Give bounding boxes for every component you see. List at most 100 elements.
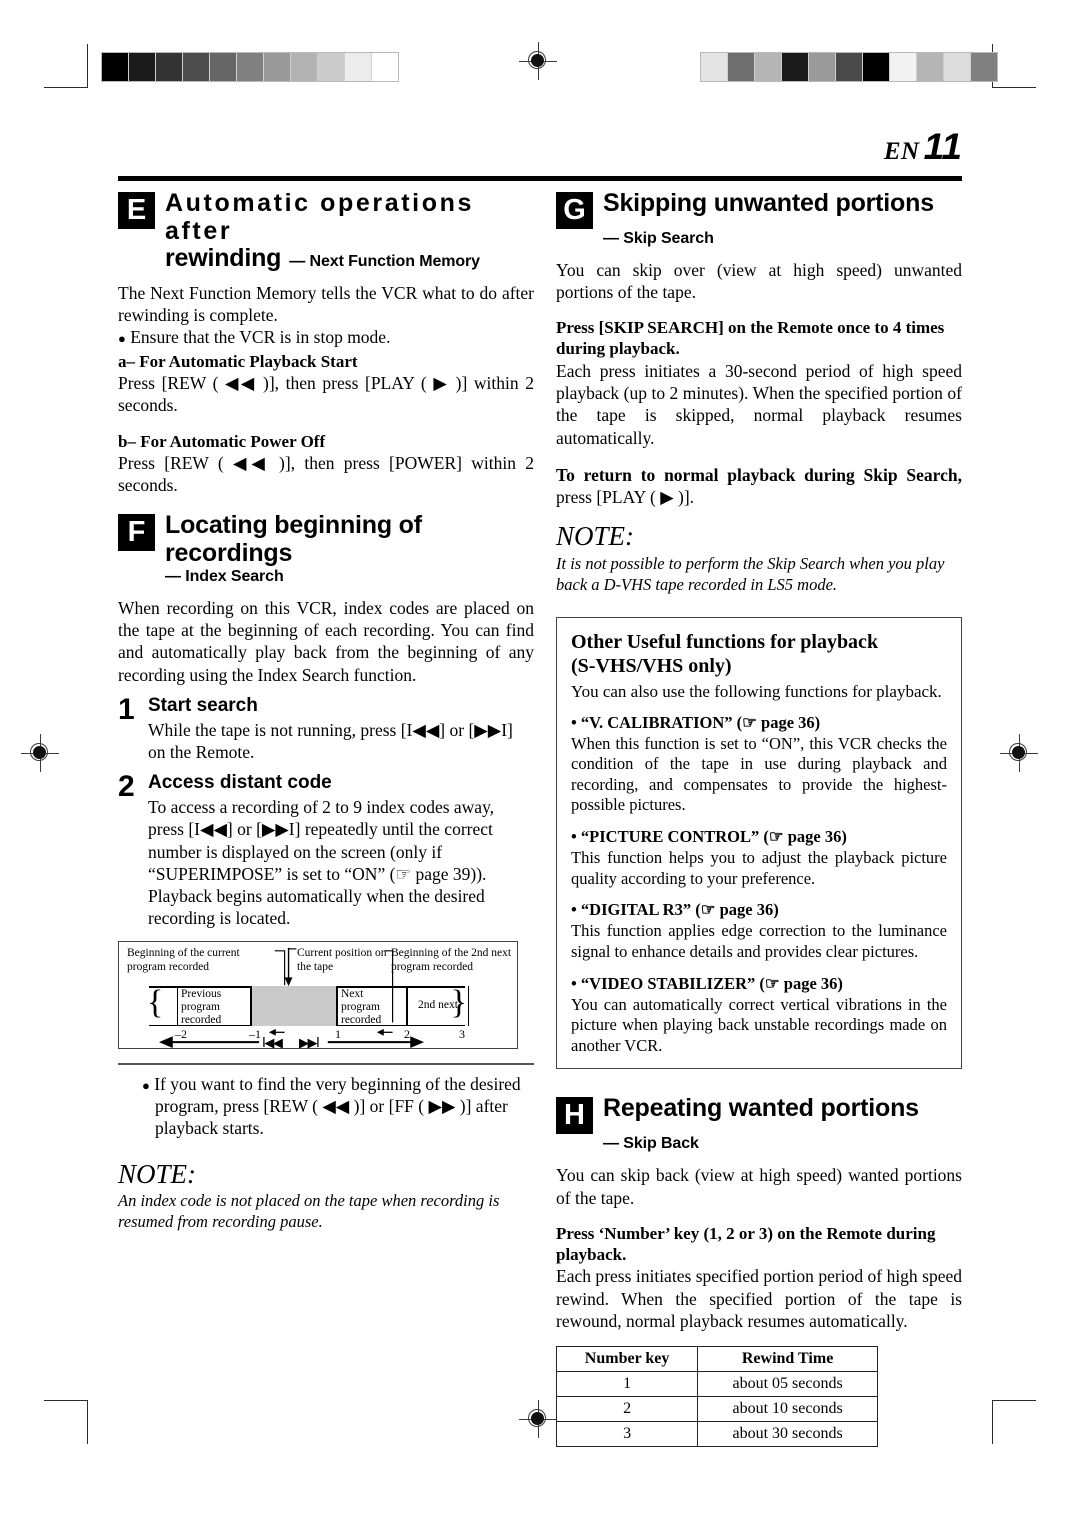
section-f-step-2: 2 Access distant code To access a record… bbox=[118, 772, 534, 929]
diagram-tick--1: –1 bbox=[249, 1027, 261, 1042]
section-e-intro: The Next Function Memory tells the VCR w… bbox=[118, 282, 534, 325]
registration-mark-left bbox=[21, 734, 59, 772]
diagram-tick-1: 1 bbox=[335, 1027, 341, 1042]
cell-number-key: 2 bbox=[555, 1396, 699, 1423]
page-canvas: EN 11 E Automatic operations after rewind… bbox=[0, 0, 1080, 1528]
diagram-tape-strip: { } Previous program recorded Next progr… bbox=[147, 984, 469, 1027]
function-body-digital-r3: This function applies edge correction to… bbox=[571, 921, 947, 961]
table-row: 1 about 05 seconds bbox=[555, 1371, 878, 1398]
gray-swatch-8 bbox=[318, 53, 345, 81]
section-h: H Repeating wanted portions — Skip Back bbox=[556, 1095, 962, 1153]
diagram-ff-symbol: ▶▶I bbox=[299, 1036, 320, 1052]
gray-swatch-9 bbox=[944, 53, 971, 81]
crop-mark-top-left bbox=[44, 44, 88, 88]
left-column: E Automatic operations after rewinding — … bbox=[118, 189, 534, 1233]
other-functions-title-line1: Other Useful functions for playback bbox=[571, 631, 879, 654]
section-g: G Skipping unwanted portions — Skip Sear… bbox=[556, 189, 962, 248]
section-g-return-note: To return to normal playback during Skip… bbox=[556, 464, 962, 508]
gray-swatch-6 bbox=[863, 53, 890, 81]
gray-swatch-2 bbox=[755, 53, 782, 81]
section-g-intro: You can skip over (view at high speed) u… bbox=[556, 260, 962, 303]
diagram-tick-2: 2 bbox=[404, 1027, 410, 1042]
section-badge-h: H bbox=[556, 1097, 593, 1135]
table-header-number-key: Number key bbox=[555, 1346, 699, 1373]
index-search-diagram: Beginning of the current program recorde… bbox=[118, 941, 518, 1052]
grayscale-calibration-bar-right bbox=[700, 52, 998, 82]
gray-swatch-1 bbox=[129, 53, 156, 81]
section-e-bullet: ● Ensure that the VCR is in stop mode. bbox=[118, 326, 391, 347]
section-badge-f: F bbox=[118, 514, 155, 552]
diagram-segment-previous: Previous program recorded bbox=[177, 986, 251, 1027]
section-f-subtitle: — Index Search bbox=[165, 568, 284, 586]
section-e: E Automatic operations after rewinding — … bbox=[118, 189, 534, 273]
registration-mark-top bbox=[519, 42, 557, 80]
diagram-segment-next: Next program recorded bbox=[337, 986, 407, 1027]
gray-swatch-9 bbox=[345, 53, 372, 81]
gray-swatch-7 bbox=[890, 53, 917, 81]
function-body-picture-control: This function helps you to adjust the pl… bbox=[571, 848, 947, 888]
gray-swatch-0 bbox=[102, 53, 129, 81]
gray-swatch-0 bbox=[701, 53, 728, 81]
section-e-bullet-text: Ensure that the VCR is in stop mode. bbox=[130, 326, 391, 347]
section-h-instruction-body: Each press initiates specified portion p… bbox=[556, 1266, 962, 1331]
section-g-return-rest: press [PLAY ( ▶ )]. bbox=[556, 487, 695, 507]
gray-swatch-10 bbox=[372, 53, 398, 81]
gray-swatch-5 bbox=[836, 53, 863, 81]
section-f-intro: When recording on this VCR, index codes … bbox=[118, 598, 534, 685]
step-2-heading: Access distant code bbox=[148, 772, 332, 794]
section-f-note-heading: NOTE: bbox=[118, 1158, 197, 1189]
diagram-rew-symbol: I◀◀ bbox=[262, 1036, 283, 1052]
diagram-tick-3: 3 bbox=[459, 1027, 465, 1042]
section-badge-g: G bbox=[556, 192, 593, 229]
function-title-video-stabilizer: • “VIDEO STABILIZER” (☞ page 36) bbox=[571, 973, 843, 993]
step-number-1: 1 bbox=[118, 692, 135, 726]
diagram-segment-2nd-next: 2nd next bbox=[407, 986, 469, 1027]
section-e-subtitle: — Next Function Memory bbox=[289, 253, 480, 270]
gray-swatch-5 bbox=[237, 53, 264, 81]
step-2-text: To access a recording of 2 to 9 index co… bbox=[148, 797, 495, 929]
diagram-tick--2: –2 bbox=[175, 1027, 187, 1042]
section-e-item-a-label: a– For Automatic Playback Start bbox=[118, 352, 358, 372]
function-body-video-stabilizer: You can automatically correct vertical v… bbox=[571, 994, 947, 1055]
function-title-picture-control: • “PICTURE CONTROL” (☞ page 36) bbox=[571, 827, 847, 847]
cell-number-key: 3 bbox=[555, 1421, 699, 1448]
section-f-bullet-after: ● If you want to find the very beginning… bbox=[142, 1073, 521, 1139]
rewind-time-table: Number key Rewind Time 1 about 05 seconds… bbox=[555, 1346, 878, 1448]
section-f-title: Locating beginning of recordings bbox=[165, 511, 422, 567]
gray-swatch-4 bbox=[210, 53, 237, 81]
section-h-intro: You can skip back (view at high speed) w… bbox=[556, 1165, 962, 1208]
section-badge-e: E bbox=[118, 192, 155, 229]
header-rule bbox=[118, 176, 962, 181]
gray-swatch-1 bbox=[728, 53, 755, 81]
section-h-instruction-bold: Press ‘Number’ key (1, 2 or 3) on the Re… bbox=[556, 1223, 936, 1264]
gray-swatch-4 bbox=[809, 53, 836, 81]
gray-swatch-6 bbox=[264, 53, 291, 81]
section-h-subtitle: — Skip Back bbox=[603, 1135, 699, 1153]
registration-mark-bottom bbox=[519, 1400, 557, 1438]
table-header-rewind-time: Rewind Time bbox=[697, 1346, 878, 1373]
table-header-row: Number key Rewind Time bbox=[555, 1346, 878, 1373]
section-g-title: Skipping unwanted portions bbox=[603, 189, 934, 217]
section-e-title-line1: Automatic operations after bbox=[165, 189, 474, 245]
other-functions-title: Other Useful functions for playback (S-V… bbox=[571, 631, 947, 678]
section-e-item-b-label: b– For Automatic Power Off bbox=[118, 431, 326, 451]
section-f-bullet-after-text: If you want to find the very beginning o… bbox=[154, 1073, 521, 1139]
section-g-instruction-body: Each press initiates a 30-second period … bbox=[556, 360, 962, 448]
function-title-v-calibration: • “V. CALIBRATION” (☞ page 36) bbox=[571, 712, 821, 732]
section-g-instruction-bold: Press [SKIP SEARCH] on the Remote once t… bbox=[556, 318, 945, 359]
diagram-segment-gray-b bbox=[285, 986, 337, 1027]
section-g-return-bold: To return to normal playback during Skip… bbox=[556, 464, 962, 485]
grayscale-calibration-bar-left bbox=[101, 52, 399, 82]
crop-mark-top-right bbox=[992, 44, 1036, 88]
cell-number-key: 1 bbox=[555, 1371, 699, 1398]
section-f-step-1: 1 Start search While the tape is not run… bbox=[118, 692, 534, 763]
section-g-note-body: It is not possible to perform the Skip S… bbox=[556, 553, 945, 594]
other-functions-box: Other Useful functions for playback (S-V… bbox=[556, 617, 962, 1070]
function-body-v-calibration: When this function is set to “ON”, this … bbox=[571, 733, 947, 815]
function-title-digital-r3: • “DIGITAL R3” (☞ page 36) bbox=[571, 900, 779, 920]
registration-mark-right bbox=[1000, 734, 1038, 772]
cell-rewind-time: about 10 seconds bbox=[697, 1396, 878, 1423]
gray-swatch-7 bbox=[291, 53, 318, 81]
gray-swatch-3 bbox=[183, 53, 210, 81]
section-g-subtitle: — Skip Search bbox=[603, 230, 714, 247]
